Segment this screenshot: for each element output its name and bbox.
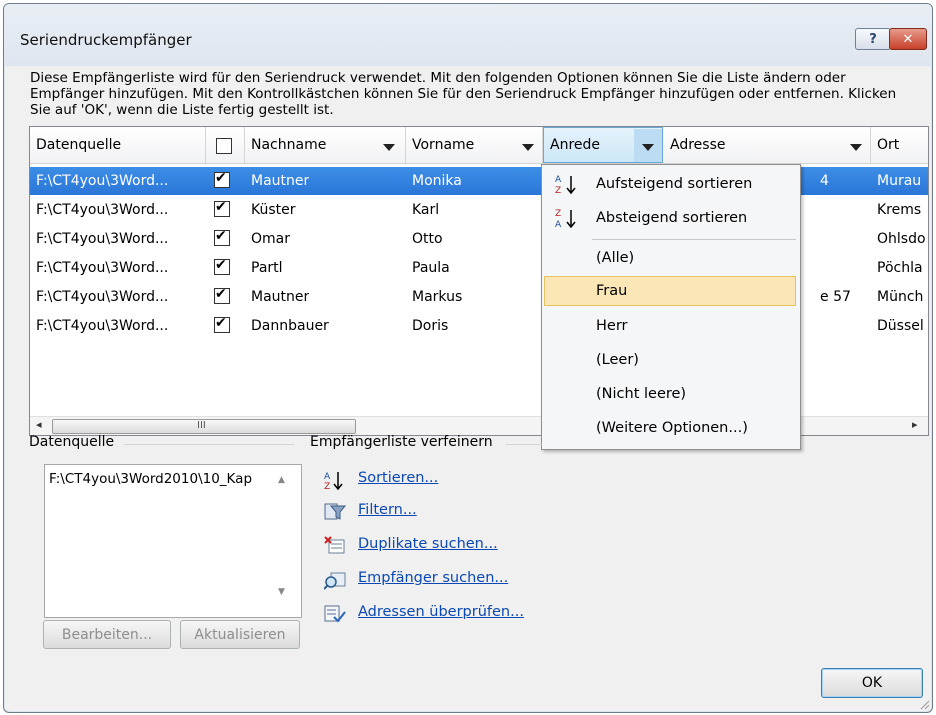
sort-descending-icon: Z A xyxy=(555,209,576,229)
menu-item-more-options[interactable]: (Weitere Optionen...) xyxy=(544,413,796,443)
duplicates-icon xyxy=(324,536,345,554)
anrede-dropdown-button[interactable] xyxy=(634,129,662,162)
scroll-left-arrow-icon[interactable]: ◂ xyxy=(36,418,42,431)
row-checkbox[interactable] xyxy=(214,170,230,188)
row-checkbox[interactable] xyxy=(214,315,230,333)
scroll-up-arrow-icon[interactable]: ▲ xyxy=(278,475,285,485)
sort-ascending-icon: A Z xyxy=(555,175,576,195)
scroll-right-arrow-icon[interactable]: ▸ xyxy=(912,418,918,431)
filter-link[interactable]: Filtern... xyxy=(358,502,417,518)
validate-addresses-link[interactable]: Adressen überprüfen... xyxy=(358,604,524,620)
find-recipient-icon xyxy=(324,572,346,590)
group-divider xyxy=(124,444,294,445)
help-button[interactable]: ? xyxy=(855,28,891,50)
row-checkbox[interactable] xyxy=(214,286,230,304)
refresh-button[interactable]: Aktualisieren xyxy=(180,620,300,649)
window-title: Seriendruckempfänger xyxy=(20,31,192,49)
column-header-vorname[interactable]: Vorname xyxy=(406,127,543,163)
edit-button[interactable]: Bearbeiten... xyxy=(43,620,171,649)
title-bar[interactable]: Seriendruckempfänger ? ✕ xyxy=(4,4,932,66)
chevron-down-icon[interactable] xyxy=(850,144,862,151)
row-checkbox[interactable] xyxy=(214,199,230,217)
column-header-anrede[interactable]: Anrede xyxy=(543,127,663,163)
datasource-group-label: Datenquelle xyxy=(29,434,115,450)
find-recipient-link[interactable]: Empfänger suchen... xyxy=(358,570,508,586)
select-all-checkbox[interactable] xyxy=(216,138,232,154)
column-header-datenquelle[interactable]: Datenquelle xyxy=(30,127,206,163)
column-header-nachname[interactable]: Nachname xyxy=(245,127,406,163)
validate-addresses-icon xyxy=(324,605,346,623)
group-divider xyxy=(506,444,542,445)
menu-item-herr[interactable]: Herr xyxy=(544,311,796,341)
row-checkbox[interactable] xyxy=(214,228,230,246)
scroll-down-arrow-icon[interactable]: ▼ xyxy=(278,587,285,597)
menu-item-sort-ascending[interactable]: A Z Aufsteigend sortieren xyxy=(544,169,796,199)
column-header-adresse[interactable]: Adresse xyxy=(664,127,871,163)
menu-separator xyxy=(592,239,796,240)
chevron-down-icon[interactable] xyxy=(383,144,395,151)
menu-item-all[interactable]: (Alle) xyxy=(544,243,796,273)
menu-item-sort-descending[interactable]: Z A Absteigend sortieren xyxy=(544,203,796,233)
chevron-down-icon[interactable] xyxy=(522,144,534,151)
datasource-list[interactable]: F:\CT4you\3Word2010\10_Kap ▲ ▼ xyxy=(44,464,302,618)
column-header-ort[interactable]: Ort xyxy=(871,127,928,163)
svg-text:A: A xyxy=(324,472,331,482)
instructions-text: Diese Empfängerliste wird für den Serien… xyxy=(30,70,897,118)
scrollbar-thumb[interactable]: III xyxy=(52,419,356,434)
find-duplicates-link[interactable]: Duplikate suchen... xyxy=(358,536,498,552)
resize-grip-icon[interactable] xyxy=(918,698,930,710)
row-checkbox[interactable] xyxy=(214,257,230,275)
close-button[interactable]: ✕ xyxy=(889,28,927,50)
svg-text:A: A xyxy=(555,220,562,229)
mail-merge-recipients-dialog: Seriendruckempfänger ? ✕ Diese Empfänger… xyxy=(3,3,933,713)
table-header: Datenquelle Nachname Vorname Anrede Adre… xyxy=(30,127,928,164)
svg-text:Z: Z xyxy=(555,209,561,219)
column-header-select-all[interactable] xyxy=(206,127,245,163)
ok-button[interactable]: OK xyxy=(821,668,923,698)
refine-group-label: Empfängerliste verfeinern xyxy=(310,434,493,450)
menu-item-not-empty[interactable]: (Nicht leere) xyxy=(544,379,796,409)
menu-item-empty[interactable]: (Leer) xyxy=(544,345,796,375)
menu-item-frau[interactable]: Frau xyxy=(544,276,796,306)
chevron-down-icon xyxy=(642,144,654,151)
svg-text:A: A xyxy=(555,175,562,185)
svg-text:Z: Z xyxy=(324,482,330,490)
anrede-filter-menu: A Z Aufsteigend sortieren Z A Absteigend… xyxy=(541,164,801,450)
datasource-list-item[interactable]: F:\CT4you\3Word2010\10_Kap xyxy=(49,471,275,487)
sort-icon: A Z xyxy=(324,472,343,490)
svg-text:Z: Z xyxy=(555,186,561,195)
sort-link[interactable]: Sortieren... xyxy=(358,470,438,486)
filter-icon xyxy=(324,503,346,520)
